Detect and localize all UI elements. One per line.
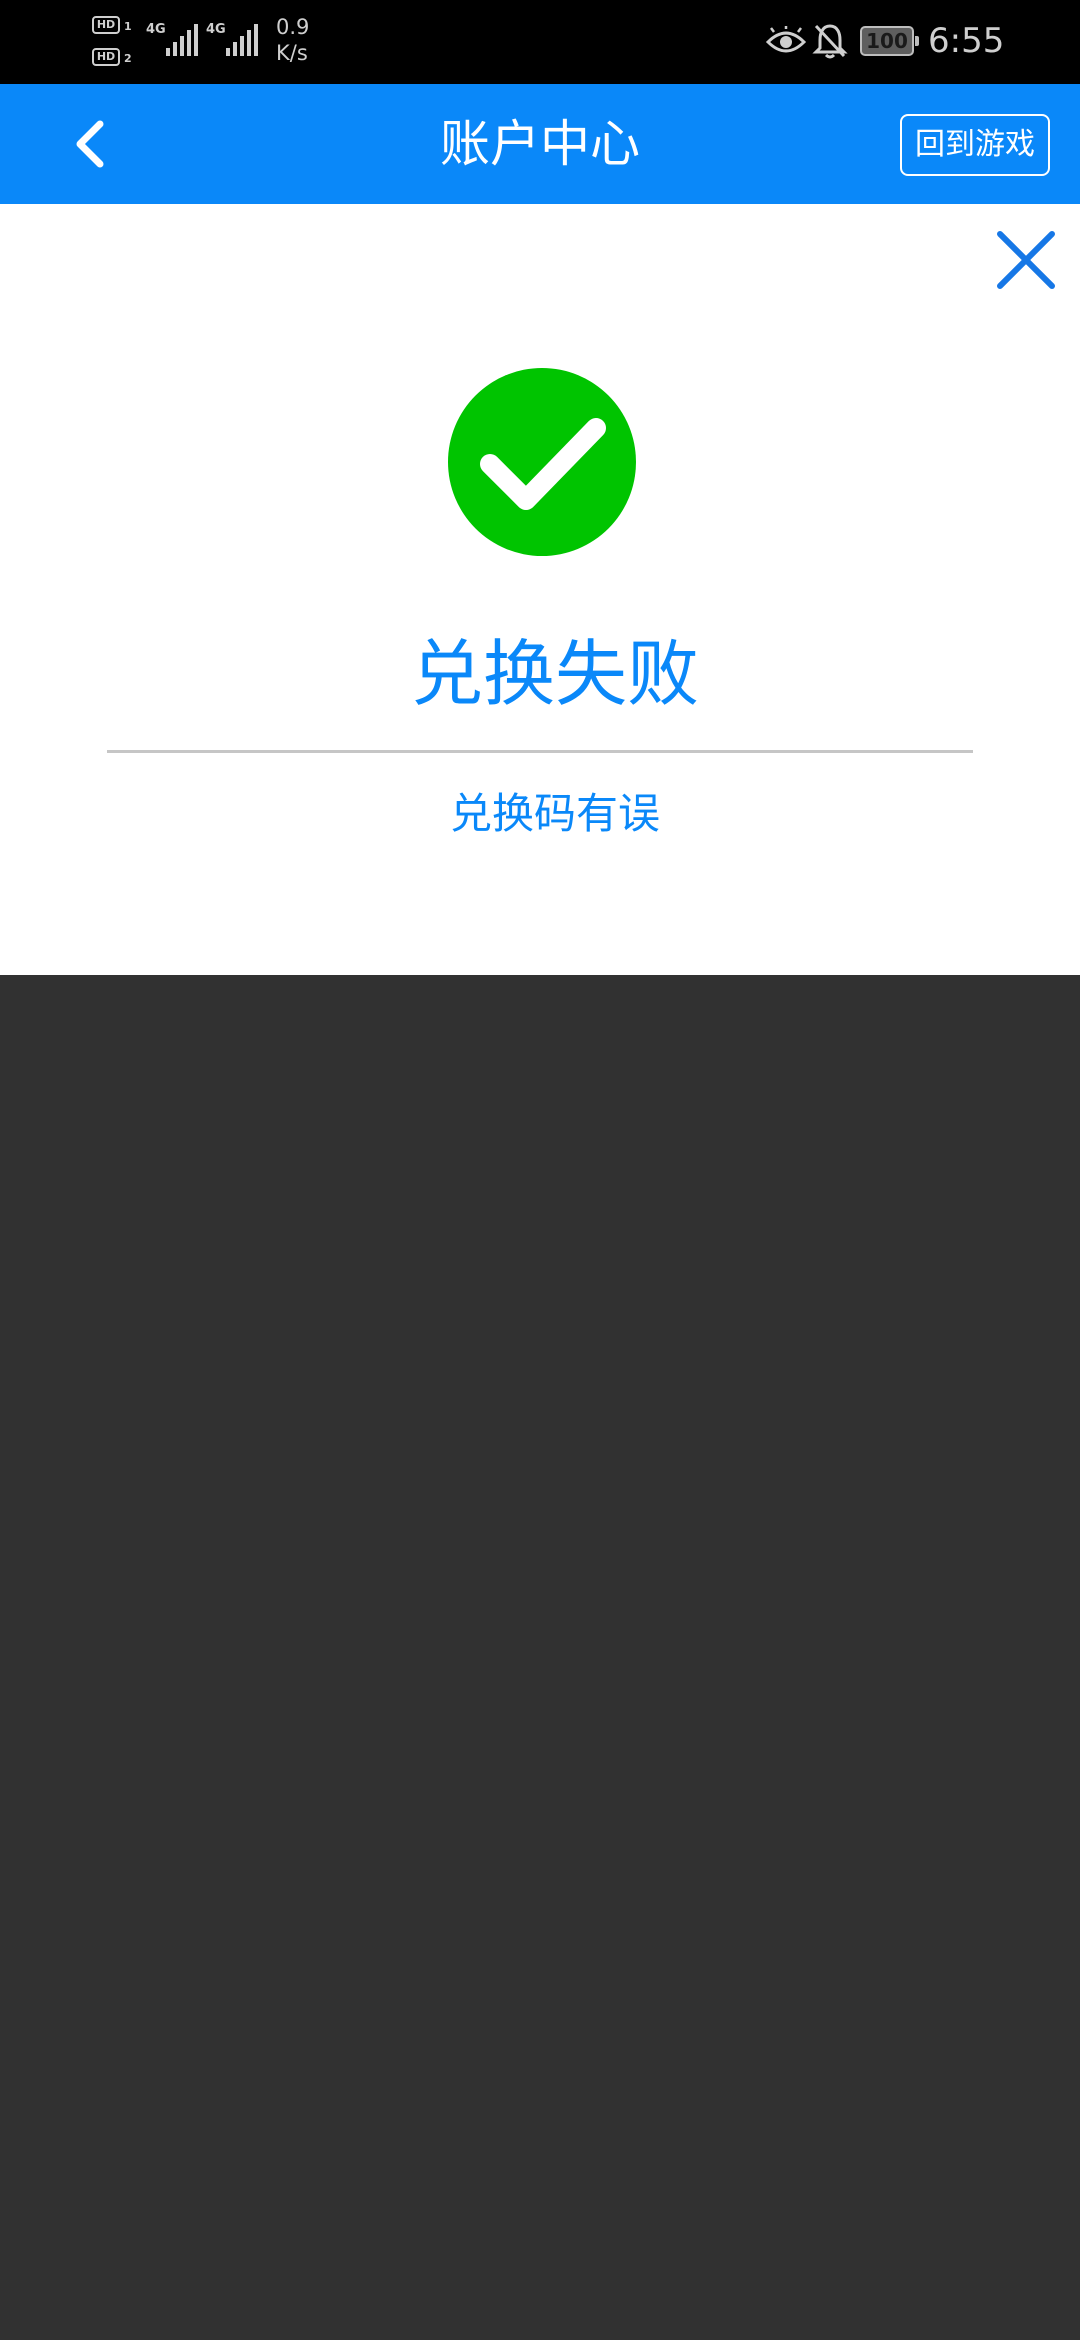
close-icon[interactable] — [994, 228, 1058, 292]
overlay-backdrop[interactable] — [0, 975, 1080, 2340]
battery-icon: 100 — [860, 26, 919, 56]
signal-sim2: 4G — [206, 22, 262, 58]
status-bar: HD 1 HD 2 4G 4G 0.9 K/s 100 6:55 — [0, 0, 1080, 84]
eye-icon — [766, 26, 806, 53]
check-circle-icon — [448, 368, 636, 556]
network-type-sim1: 4G — [146, 22, 166, 37]
signal-icon — [166, 24, 198, 56]
return-to-game-button[interactable]: 回到游戏 — [900, 114, 1050, 176]
bell-off-icon — [812, 24, 848, 59]
result-message: 兑换码有误 — [449, 789, 660, 838]
hd-badge-sim1: HD — [92, 16, 120, 34]
network-speed-value: 0.9 — [276, 15, 310, 39]
result-dialog: 兑换失败 兑换码有误 — [0, 204, 1080, 975]
chevron-left-icon[interactable] — [62, 114, 118, 174]
result-title: 兑换失败 — [410, 632, 699, 716]
signal-sim1: 4G — [146, 22, 202, 58]
sim-indicators: HD 1 HD 2 — [92, 14, 140, 70]
hd-badge-sim2: HD — [92, 48, 120, 66]
clock: 6:55 — [928, 21, 1005, 61]
signal-icon — [226, 24, 258, 56]
sim2-number: 2 — [124, 52, 132, 65]
sim1-number: 1 — [124, 20, 132, 33]
network-type-sim2: 4G — [206, 22, 226, 37]
network-speed-unit: K/s — [276, 41, 308, 65]
divider — [107, 750, 973, 753]
app-header: 账户中心 回到游戏 — [0, 84, 1080, 204]
network-speed: 0.9 K/s — [276, 14, 336, 66]
battery-level: 100 — [866, 29, 908, 53]
